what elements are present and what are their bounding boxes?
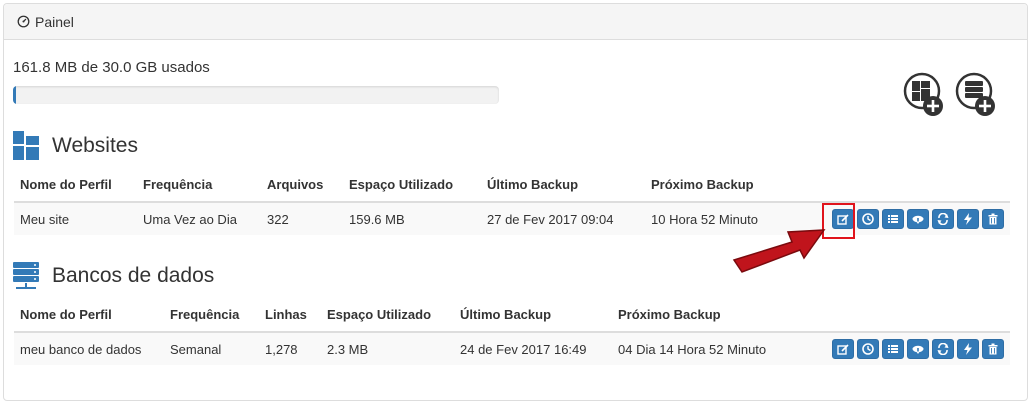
list-icon [888,345,898,353]
column-header: Último Backup [454,298,612,333]
space-used-cell: 2.3 MB [321,332,454,365]
edit-button[interactable] [832,339,854,359]
dashboard-icon [17,15,30,28]
download-button[interactable] [907,339,929,359]
delete-button[interactable] [982,339,1004,359]
column-header: Linhas [259,298,321,333]
column-header: Próximo Backup [612,298,802,333]
storage-progress-bar [13,86,499,104]
bolt-icon [964,213,972,225]
run-now-button[interactable] [957,339,979,359]
table-row: Meu site Uma Vez ao Dia 322 159.6 MB 27 … [14,202,1010,235]
restore-button[interactable] [932,209,954,229]
rows-cell: 1,278 [259,332,321,365]
panel-heading: Painel [4,4,1027,40]
websites-title: Websites [52,134,138,157]
trash-icon [988,213,998,225]
last-backup-cell: 24 de Fev 2017 16:49 [454,332,612,365]
storage-usage-text: 161.8 MB de 30.0 GB usados [13,59,210,76]
schedule-button[interactable] [857,209,879,229]
column-header: Frequência [137,168,261,203]
list-backups-button[interactable] [882,339,904,359]
add-website-icon [903,72,943,116]
last-backup-cell: 27 de Fev 2017 09:04 [481,202,645,235]
storage-progress-fill [13,86,16,104]
column-header: Frequência [164,298,259,333]
column-header: Próximo Backup [645,168,805,203]
websites-header-row: Nome do Perfil Frequência Arquivos Espaç… [14,168,1010,203]
restore-button[interactable] [932,339,954,359]
bolt-icon [964,343,972,355]
add-website-button[interactable] [902,71,944,117]
refresh-icon [937,343,949,355]
delete-button[interactable] [982,209,1004,229]
panel-title: Painel [35,13,74,30]
column-header: Espaço Utilizado [343,168,481,203]
column-header: Arquivos [261,168,343,203]
profile-name-cell: Meu site [14,202,137,235]
databases-icon [13,262,39,289]
frequency-cell: Uma Vez ao Dia [137,202,261,235]
list-icon [888,215,898,223]
databases-section-title: Bancos de dados [13,262,214,290]
schedule-button[interactable] [857,339,879,359]
column-header: Espaço Utilizado [321,298,454,333]
databases-title: Bancos de dados [52,264,215,287]
add-database-icon [955,72,995,116]
column-header: Último Backup [481,168,645,203]
row-actions [808,339,1004,359]
frequency-cell: Semanal [164,332,259,365]
trash-icon [988,343,998,355]
clock-icon [862,213,874,225]
websites-icon [13,131,39,160]
clock-icon [862,343,874,355]
column-header: Nome do Perfil [14,168,137,203]
files-cell: 322 [261,202,343,235]
websites-table: Nome do Perfil Frequência Arquivos Espaç… [14,168,1010,235]
profile-name-cell: meu banco de dados [14,332,164,365]
cloud-download-icon [912,345,924,354]
refresh-icon [937,213,949,225]
cloud-download-icon [912,215,924,224]
websites-section-title: Websites [13,131,138,161]
list-backups-button[interactable] [882,209,904,229]
edit-icon [837,344,849,355]
column-header: Nome do Perfil [14,298,164,333]
annotation-arrow-icon [732,229,826,273]
download-button[interactable] [907,209,929,229]
space-used-cell: 159.6 MB [343,202,481,235]
next-backup-cell: 04 Dia 14 Hora 52 Minuto [612,332,802,365]
databases-table: Nome do Perfil Frequência Linhas Espaço … [14,298,1010,365]
databases-header-row: Nome do Perfil Frequência Linhas Espaço … [14,298,1010,333]
add-database-button[interactable] [954,71,996,117]
table-row: meu banco de dados Semanal 1,278 2.3 MB … [14,332,1010,365]
run-now-button[interactable] [957,209,979,229]
